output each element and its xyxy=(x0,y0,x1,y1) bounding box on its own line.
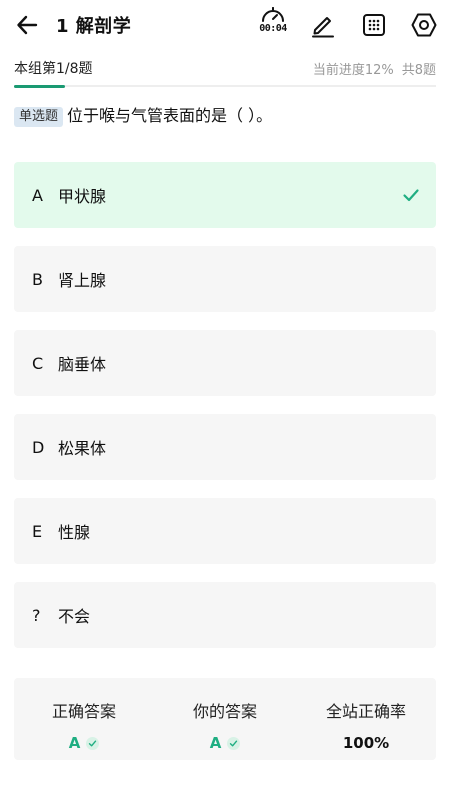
option-letter: A xyxy=(32,185,43,205)
option-text: 性腺 xyxy=(58,523,91,542)
current-progress-text: 当前进度12% xyxy=(312,63,394,78)
pen-icon xyxy=(312,17,334,38)
option-letter: B xyxy=(32,269,43,289)
options-list: A 甲状腺 B 肾上腺 C 脑垂体 D 松果体 E 性腺 ? 不会 xyxy=(14,162,436,666)
correct-answer-value: A xyxy=(68,734,81,752)
option-letter: C xyxy=(32,353,44,373)
option-unknown[interactable]: ? 不会 xyxy=(14,582,436,648)
option-text: 肾上腺 xyxy=(58,271,107,290)
back-button[interactable] xyxy=(12,10,42,40)
site-accuracy-stat: 全站正确率 100% xyxy=(296,678,436,752)
option-text: 甲状腺 xyxy=(58,187,107,206)
option-d[interactable]: D 松果体 xyxy=(14,414,436,480)
back-arrow-icon xyxy=(17,15,38,35)
correct-answer-stat: 正确答案 A xyxy=(14,678,154,752)
site-accuracy-label: 全站正确率 xyxy=(325,702,406,721)
question-grid-button[interactable] xyxy=(357,8,391,42)
site-accuracy-value: 100% xyxy=(342,734,390,752)
check-circle-icon xyxy=(227,736,241,750)
option-c[interactable]: C 脑垂体 xyxy=(14,330,436,396)
option-text: 松果体 xyxy=(58,439,107,458)
progress-bar-fill xyxy=(14,85,65,88)
check-icon xyxy=(403,189,419,202)
timer-button[interactable]: 00:04 xyxy=(256,7,290,41)
total-questions-text: 共8题 xyxy=(401,63,436,78)
option-text: 脑垂体 xyxy=(58,355,107,374)
group-progress-label: 本组第1/8题 xyxy=(14,61,93,77)
correct-answer-value-row: A xyxy=(14,734,154,752)
page-title: 1 解剖学 xyxy=(56,16,132,37)
question-text: 位于喉与气管表面的是（ ）。 xyxy=(67,106,273,125)
answer-stats-panel: 正确答案 A 你的答案 A 全站正确率 100% xyxy=(14,678,436,760)
progress-meta: 当前进度12% 共8题 xyxy=(305,59,436,78)
progress-track xyxy=(14,85,436,87)
top-bar: 1 解剖学 00:04 xyxy=(0,0,450,50)
your-answer-value: A xyxy=(209,734,222,752)
option-a[interactable]: A 甲状腺 xyxy=(14,162,436,228)
option-b[interactable]: B 肾上腺 xyxy=(14,246,436,312)
option-text: 不会 xyxy=(58,607,91,626)
timer-value: 00:04 xyxy=(259,23,287,34)
your-answer-stat: 你的答案 A xyxy=(155,678,295,752)
option-letter: E xyxy=(32,521,43,541)
progress-row: 本组第1/8题 当前进度12% 共8题 xyxy=(14,58,436,78)
question-type-badge: 单选题 xyxy=(14,107,64,127)
your-answer-label: 你的答案 xyxy=(192,702,257,721)
hexagon-settings-icon xyxy=(411,13,437,37)
your-answer-value-row: A xyxy=(155,734,295,752)
correct-answer-label: 正确答案 xyxy=(51,702,116,721)
option-letter: D xyxy=(32,437,45,457)
question-stem: 单选题 位于喉与气管表面的是（ ）。 xyxy=(14,104,436,128)
option-letter: ? xyxy=(32,605,41,625)
settings-button[interactable] xyxy=(407,8,441,42)
option-e[interactable]: E 性腺 xyxy=(14,498,436,564)
check-circle-icon xyxy=(86,736,100,750)
edit-button[interactable] xyxy=(306,8,340,42)
grid-icon xyxy=(363,14,385,36)
